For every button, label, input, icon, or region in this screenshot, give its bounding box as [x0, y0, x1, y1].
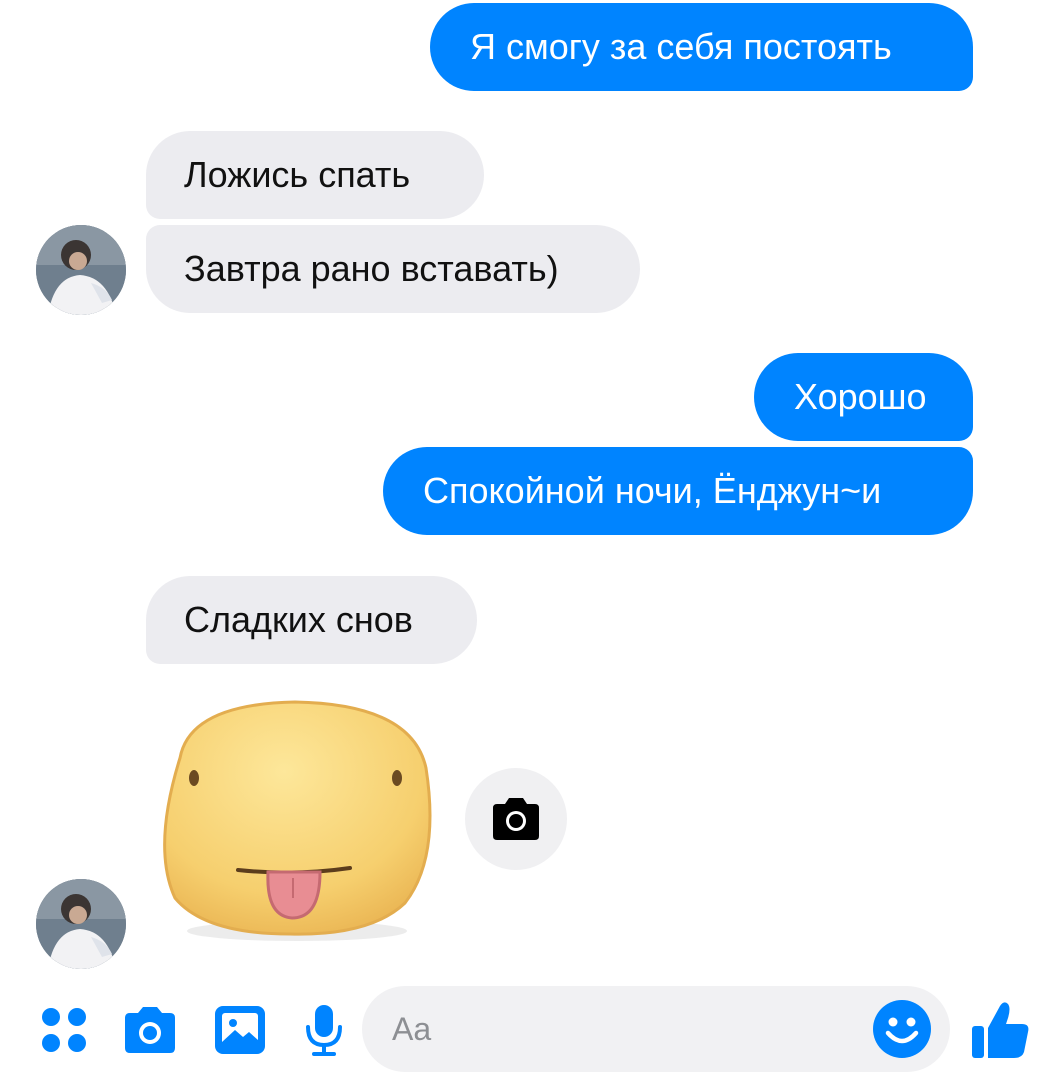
outgoing-message[interactable]: Я смогу за себя постоять: [430, 3, 973, 91]
tongue-out-sticker[interactable]: [150, 698, 440, 948]
camera-icon: [125, 1007, 175, 1053]
contact-avatar[interactable]: [36, 225, 126, 315]
microphone-icon: [306, 1005, 342, 1056]
thumbs-up-icon: [972, 1002, 1029, 1058]
message-text: Ложись спать: [184, 154, 411, 195]
emoji-icon: [873, 1000, 931, 1058]
camera-button[interactable]: [122, 1002, 178, 1058]
like-button[interactable]: [968, 998, 1032, 1062]
gallery-button[interactable]: [212, 1002, 268, 1058]
message-text: Завтра рано вставать): [184, 248, 559, 289]
camera-icon: [493, 798, 539, 840]
message-text: Хорошо: [794, 376, 927, 417]
message-input[interactable]: Aa: [362, 986, 950, 1072]
image-icon: [215, 1006, 265, 1054]
sticker-camera-button[interactable]: [465, 768, 567, 870]
outgoing-message[interactable]: Спокойной ночи, Ёнджун~и: [383, 447, 973, 535]
composer-bar: Aa: [0, 980, 1050, 1080]
voice-button[interactable]: [296, 1002, 352, 1058]
apps-button[interactable]: [36, 1002, 92, 1058]
message-text: Сладких снов: [184, 599, 413, 640]
incoming-message[interactable]: Ложись спать: [146, 131, 484, 219]
contact-avatar[interactable]: [36, 879, 126, 969]
emoji-button[interactable]: [872, 999, 932, 1059]
message-text: Я смогу за себя постоять: [470, 26, 892, 67]
message-text: Спокойной ночи, Ёнджун~и: [423, 470, 882, 511]
sticker-image: [163, 700, 432, 941]
apps-icon: [42, 1008, 86, 1052]
incoming-message[interactable]: Завтра рано вставать): [146, 225, 640, 313]
avatar-photo: [36, 879, 126, 969]
avatar-photo: [36, 225, 126, 315]
message-input-placeholder: Aa: [392, 1011, 432, 1047]
outgoing-message[interactable]: Хорошо: [754, 353, 973, 441]
incoming-message[interactable]: Сладких снов: [146, 576, 477, 664]
